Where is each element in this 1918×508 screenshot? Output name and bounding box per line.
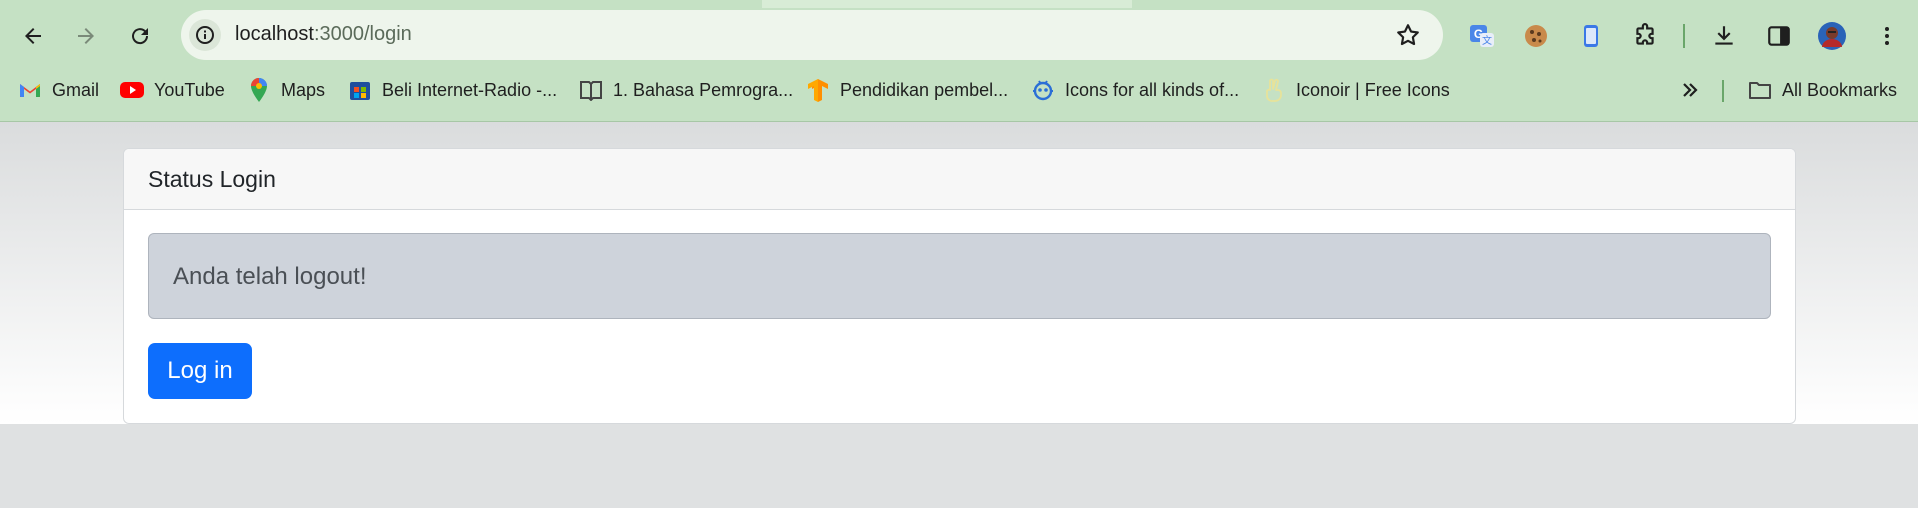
reload-icon bbox=[132, 28, 149, 45]
gmail-icon bbox=[18, 78, 42, 102]
youtube-icon bbox=[120, 78, 144, 102]
bookmark-iconoir[interactable]: Iconoir | Free Icons bbox=[1262, 76, 1450, 104]
bookmark-label: Beli Internet-Radio -... bbox=[382, 79, 558, 100]
reload-button[interactable] bbox=[122, 18, 158, 54]
bookmarks-separator bbox=[1722, 80, 1724, 102]
card-header: Status Login bbox=[124, 149, 1795, 210]
tensorflow-icon bbox=[806, 78, 830, 102]
bookmark-youtube[interactable]: YouTube bbox=[120, 76, 225, 104]
bookmark-label: Gmail bbox=[52, 79, 100, 100]
bookmarks-bar: Gmail YouTube Maps Beli Internet-Radio -… bbox=[0, 72, 1918, 108]
tab-strip bbox=[0, 0, 1918, 8]
site-info-button[interactable] bbox=[189, 19, 221, 51]
back-button[interactable] bbox=[15, 18, 51, 54]
avatar[interactable] bbox=[1817, 21, 1847, 51]
url-path: :3000/login bbox=[313, 23, 412, 45]
url-text[interactable]: localhost:3000/login bbox=[235, 23, 412, 46]
address-bar[interactable]: localhost:3000/login bbox=[181, 10, 1443, 60]
bookmark-gmail[interactable]: Gmail bbox=[18, 76, 99, 104]
logout-alert: Anda telah logout! bbox=[148, 233, 1771, 319]
bookmark-star-icon[interactable] bbox=[1395, 22, 1421, 48]
chevrons-right-icon bbox=[1678, 78, 1702, 102]
forward-button[interactable] bbox=[68, 18, 104, 54]
card-title: Status Login bbox=[148, 166, 276, 192]
translate-icon[interactable]: G文 bbox=[1467, 21, 1497, 51]
bookmarks-overflow-button[interactable] bbox=[1678, 76, 1702, 104]
robot-icon bbox=[1031, 78, 1055, 102]
sidepanel-icon[interactable] bbox=[1764, 21, 1794, 51]
download-icon[interactable] bbox=[1709, 21, 1739, 51]
bookmark-maps[interactable]: Maps bbox=[247, 76, 325, 104]
login-button[interactable]: Log in bbox=[148, 343, 252, 399]
tab-strip-right bbox=[1134, 0, 1918, 8]
bookmark-label: Icons for all kinds of... bbox=[1065, 79, 1240, 100]
more-icon[interactable] bbox=[1872, 21, 1902, 51]
toolbar: localhost:3000/login G文 bbox=[0, 8, 1918, 62]
arrow-left-icon bbox=[25, 28, 41, 44]
info-icon bbox=[196, 26, 214, 44]
bookmark-label: Maps bbox=[281, 79, 326, 100]
bookmark-store[interactable]: Beli Internet-Radio -... bbox=[348, 76, 557, 104]
folder-icon bbox=[1748, 78, 1772, 102]
maps-icon bbox=[247, 78, 271, 102]
bookmark-label: Iconoir | Free Icons bbox=[1296, 79, 1450, 100]
book-icon bbox=[579, 78, 603, 102]
arrow-right-icon bbox=[78, 28, 94, 44]
peace-hand-icon bbox=[1262, 78, 1286, 102]
bookmark-label: 1. Bahasa Pemrogra... bbox=[613, 79, 794, 100]
status-card: Status Login Anda telah logout! Log in bbox=[123, 148, 1796, 424]
tab-strip-left bbox=[0, 0, 760, 8]
alert-message: Anda telah logout! bbox=[173, 263, 367, 290]
bookmark-label: YouTube bbox=[154, 79, 225, 100]
cookie-icon[interactable] bbox=[1521, 21, 1551, 51]
all-bookmarks-button[interactable]: All Bookmarks bbox=[1748, 76, 1897, 104]
bookmark-pendidikan[interactable]: Pendidikan pembel... bbox=[806, 76, 1008, 104]
page-overscroll bbox=[0, 424, 1918, 508]
active-tab-edge[interactable] bbox=[762, 0, 1132, 8]
bookmark-label: Pendidikan pembel... bbox=[840, 79, 1009, 100]
url-host: localhost bbox=[235, 23, 314, 45]
svg-text:文: 文 bbox=[1482, 34, 1492, 47]
browser-chrome: localhost:3000/login G文 Gmail YouTube Ma… bbox=[0, 0, 1918, 122]
bookmark-bahasa[interactable]: 1. Bahasa Pemrogra... bbox=[579, 76, 793, 104]
all-bookmarks-label: All Bookmarks bbox=[1782, 79, 1898, 100]
bookmark-icons[interactable]: Icons for all kinds of... bbox=[1031, 76, 1239, 104]
phone-icon[interactable] bbox=[1576, 21, 1606, 51]
puzzle-icon[interactable] bbox=[1630, 21, 1660, 51]
toolbar-separator bbox=[1683, 24, 1685, 48]
store-icon bbox=[348, 78, 372, 102]
